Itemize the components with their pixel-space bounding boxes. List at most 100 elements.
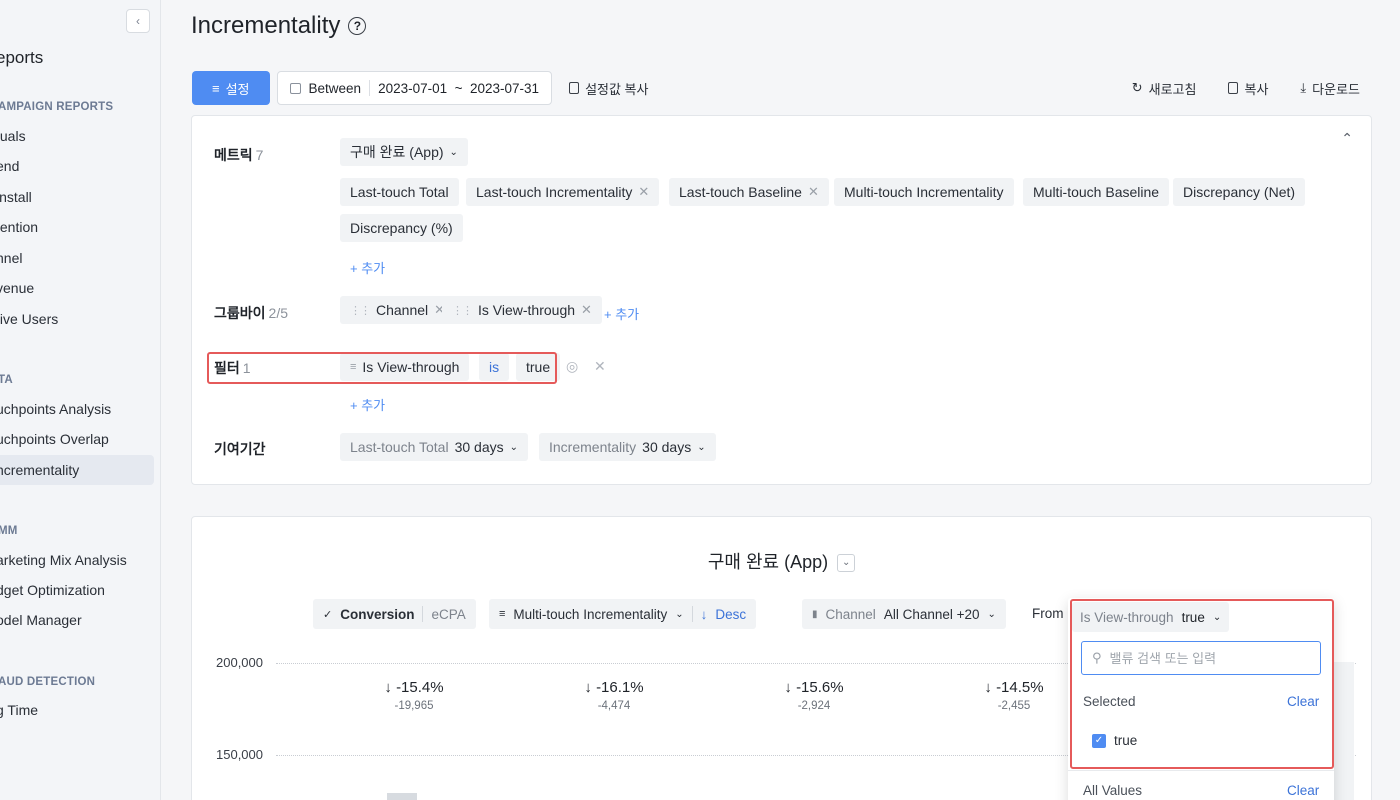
close-icon[interactable]: ✕ [808, 184, 819, 200]
date-mode: Between [308, 80, 362, 96]
search-icon: ⚲ [1092, 650, 1102, 665]
sidebar-item-touchpoints-analysis[interactable]: uchpoints Analysis [0, 394, 154, 424]
value-option-label: true [1114, 733, 1138, 748]
metric-chip-label: Last-touch Baseline [679, 184, 802, 200]
date-range-picker[interactable]: Between 2023-07-01 ~ 2023-07-31 [276, 71, 553, 105]
groupby-chip[interactable]: ⋮⋮ Channel ✕ [340, 296, 456, 324]
channel-select-value: All Channel +20 [883, 606, 980, 622]
refresh-button[interactable]: ↻ 새로고침 [1122, 71, 1207, 105]
sort-metric-select[interactable]: Multi-touch Incrementality [513, 607, 667, 622]
checkbox-checked-icon[interactable]: ✓ [1092, 733, 1106, 748]
drag-handle-icon[interactable]: ⋮⋮ [452, 304, 473, 317]
selected-section-label: Selected [1083, 694, 1136, 709]
toolbar: ≡ 설정 Between 2023-07-01 ~ 2023-07-31 설정값… [192, 71, 658, 105]
channel-select-label: Channel [825, 606, 876, 622]
delta-absolute: -19,965 [394, 700, 434, 712]
divider [691, 606, 693, 622]
delta-label: ↓ -16.1% -4,474 [554, 679, 674, 712]
chevron-down-icon: ⌄ [449, 146, 458, 158]
sidebar-item-budget-optimization[interactable]: dget Optimization [0, 575, 154, 605]
metric-event-select[interactable]: 구매 완료 (App) ⌄ [340, 138, 468, 166]
close-icon[interactable]: ✕ [581, 302, 592, 318]
chart-title-text: 구매 완료 (App) [707, 552, 829, 572]
delta-percent: -15.6% [796, 679, 844, 696]
add-metric-link[interactable]: + 추가 [350, 258, 385, 277]
sidebar-item-model-manager[interactable]: odel Manager [0, 605, 154, 635]
divider [1068, 770, 1334, 771]
page-title: Incrementality ? [191, 12, 367, 40]
conversion-option[interactable]: Conversion [340, 607, 414, 622]
value-search-input[interactable] [1109, 650, 1300, 666]
metric-chip[interactable]: Last-touch Incrementality ✕ [466, 178, 660, 206]
help-circle-icon[interactable]: ? [348, 17, 367, 35]
copy-button[interactable]: 복사 [1218, 71, 1278, 105]
groupby-count: 2/5 [268, 305, 288, 321]
metric-chip[interactable]: Last-touch Total [340, 178, 459, 206]
channel-select[interactable]: ▮ Channel All Channel +20 ⌄ [802, 599, 1006, 629]
metric-event-value: 구매 완료 (App) [350, 144, 444, 160]
from-label: From [1032, 606, 1064, 621]
chart-bar [387, 793, 417, 800]
chevron-down-icon[interactable]: ⌄ [837, 554, 856, 573]
toolbar-actions: ↻ 새로고침 복사 ⤓ 다운로드 [1122, 71, 1370, 105]
incrementality-window-select[interactable]: Incrementality 30 days ⌄ [539, 433, 716, 461]
download-button[interactable]: ⤓ 다운로드 [1290, 71, 1370, 105]
chevron-left-icon[interactable]: ‹ [126, 9, 150, 33]
refresh-icon: ↻ [1131, 80, 1143, 95]
sidebar-section-data: TA [0, 374, 13, 386]
copy-icon [569, 82, 580, 94]
chevron-down-icon: ⌄ [1212, 611, 1222, 623]
add-groupby-link[interactable]: + 추가 [604, 304, 639, 323]
chevron-up-icon[interactable]: ⌃ [1341, 130, 1353, 147]
close-icon[interactable]: ✕ [594, 358, 606, 375]
check-icon: ✓ [323, 608, 333, 621]
clear-selected-button[interactable]: Clear [1287, 694, 1319, 709]
lasttouch-window-select[interactable]: Last-touch Total 30 days ⌄ [340, 433, 529, 461]
sidebar-title: eports [0, 48, 44, 67]
metric-chip[interactable]: Multi-touch Baseline [1023, 178, 1170, 206]
add-filter-link[interactable]: + 추가 [350, 395, 385, 414]
chart-scroll-area [1334, 662, 1354, 800]
lasttouch-window-value: 30 days [454, 439, 504, 455]
metric-chip-label: Discrepancy (%) [350, 220, 453, 236]
sidebar-item-timing[interactable]: g Time [0, 695, 154, 725]
drag-handle-icon[interactable]: ⋮⋮ [350, 304, 371, 317]
metric-chip[interactable]: Discrepancy (Net) [1173, 178, 1306, 206]
sidebar-item-reinstall[interactable]: install [0, 182, 154, 212]
bar-chart-icon: ▮ [812, 608, 818, 620]
sidebar-section-mmm: MM [0, 525, 18, 537]
copy-label: 복사 [1244, 81, 1269, 97]
settings-button[interactable]: ≡ 설정 [192, 71, 270, 105]
date-range-value: 2023-07-01 ~ 2023-07-31 [378, 80, 540, 96]
value-option[interactable]: ✓ true [1092, 733, 1137, 748]
sidebar-item-revenue[interactable]: venue [0, 273, 154, 303]
groupby-chip[interactable]: ⋮⋮ Is View-through ✕ [442, 296, 602, 324]
divider [422, 606, 424, 622]
sidebar-item-marketing-mix-analysis[interactable]: arketing Mix Analysis [0, 545, 154, 575]
sidebar-item-actuals[interactable]: tuals [0, 121, 154, 151]
close-icon[interactable]: ✕ [638, 184, 649, 200]
sort-direction-toggle[interactable]: Desc [715, 607, 746, 622]
ecpa-option[interactable]: eCPA [431, 607, 465, 622]
delta-absolute: -4,474 [597, 700, 631, 712]
sidebar-item-funnel[interactable]: nnel [0, 243, 154, 273]
value-search-box: ⚲ [1081, 641, 1321, 675]
eye-off-icon[interactable]: ◎ [566, 358, 578, 375]
metric-chip[interactable]: Multi-touch Incrementality [834, 178, 1014, 206]
delta-label: ↓ -15.4% -19,965 [354, 679, 474, 712]
delta-absolute: -2,924 [797, 700, 831, 712]
sidebar-item-retention[interactable]: tention [0, 212, 154, 242]
arrow-down-icon: ↓ [700, 606, 708, 622]
sidebar-item-touchpoints-overlap[interactable]: uchpoints Overlap [0, 424, 154, 454]
from-field-select[interactable]: Is View-through true ⌄ [1072, 602, 1230, 632]
refresh-label: 새로고침 [1148, 81, 1197, 97]
arrow-down-icon: ↓ [784, 679, 792, 696]
clear-all-button[interactable]: Clear [1287, 783, 1319, 798]
metric-chip[interactable]: Last-touch Baseline ✕ [669, 178, 829, 206]
sidebar-item-active-users[interactable]: tive Users [0, 304, 154, 334]
copy-settings-button[interactable]: 설정값 복사 [559, 71, 658, 105]
sidebar-item-trend[interactable]: end [0, 151, 154, 181]
metric-chip[interactable]: Discrepancy (%) [340, 214, 463, 242]
delta-percent: -14.5% [996, 679, 1044, 696]
sidebar-item-incrementality[interactable]: ncrementality [0, 455, 154, 485]
